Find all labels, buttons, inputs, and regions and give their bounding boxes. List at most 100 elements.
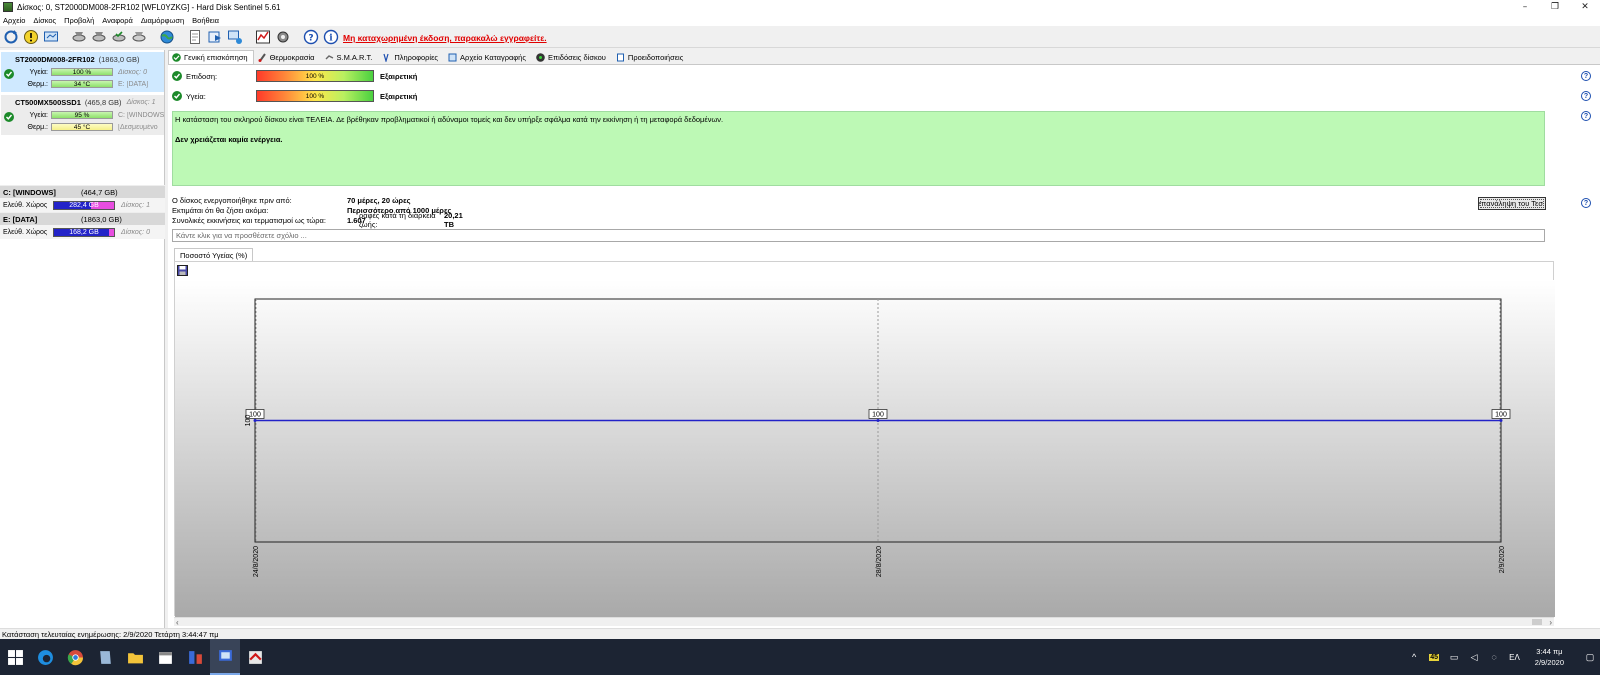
partition-size: (1863,0 GB) [81,214,122,224]
tab-log[interactable]: Αρχείο Καταγραφής [444,51,532,64]
help-icon[interactable]: ? [1581,71,1591,81]
taskbar-edge[interactable] [30,639,60,675]
lifetime-writes-label: ραφές κατά τη διάρκεια ζωής: [359,211,436,229]
tab-smart[interactable]: S.M.A.R.T. [320,51,379,64]
taskbar-notes[interactable] [90,639,120,675]
help-icon[interactable]: ? [1581,198,1591,208]
tab-health-percent[interactable]: Ποσοστό Υγείας (%) [174,248,254,261]
tab-alerts[interactable]: Προειδοποιήσεις [611,51,690,64]
windows-icon [7,649,23,665]
disk-test-button-1[interactable] [70,28,87,45]
taskbar: ^ 45 ▭ ◁ ◌ ΕΛ 3:44 πμ 2/9/2020 ▢ [0,639,1600,675]
disk-entry-0[interactable]: ST2000DM008-2FR102 (1863,0 GB) Υγεία: 100… [1,52,164,92]
gear-icon [277,31,288,42]
network-button[interactable] [226,28,243,45]
disk-list-panel: ST2000DM008-2FR102 (1863,0 GB) Υγεία: 100… [0,50,165,628]
help-button[interactable]: ? [302,28,319,45]
repeat-test-button[interactable]: επανάληψη του Τεσ [1478,197,1546,210]
info-icon: i [323,29,338,44]
disk-size: (465,8 GB) [84,97,122,107]
free-space-value: 168,2 GB [69,228,99,236]
performance-bar: 100 % [256,70,374,82]
scroll-left-icon[interactable]: ‹ [176,618,179,627]
disk-test-button-2[interactable] [90,28,107,45]
restore-button[interactable]: ❐ [1540,0,1570,14]
chart-background [175,280,1555,617]
refresh-button[interactable] [2,28,19,45]
taskbar-hdsentinel[interactable] [240,639,270,675]
tab-label: Θερμοκρασία [269,53,315,62]
chevron-up-icon[interactable]: ^ [1408,651,1420,663]
scroll-thumb[interactable] [1532,619,1542,625]
taskbar-calendar[interactable] [150,639,180,675]
minimize-button[interactable]: – [1510,0,1540,14]
alerts-button[interactable] [22,28,39,45]
disk-test-button-3[interactable] [110,28,127,45]
close-button[interactable]: ✕ [1570,0,1600,14]
log-icon [448,53,457,62]
overview-panel: Επιδοση: 100 % Εξαιρετική ? Υγεία: 100 %… [168,64,1600,628]
settings-button[interactable] [274,28,291,45]
send-report-button[interactable] [206,28,223,45]
network-icon[interactable]: ◌ [1488,651,1500,663]
menu-file[interactable]: Αρχείο [0,16,29,25]
powered-on-label: Ο δίσκος ενεργοποιήθηκε πριν από: [172,195,292,205]
tab-information[interactable]: Πληροφορίες [378,51,445,64]
disk-entry-1[interactable]: CT500MX500SSD1 (465,8 GB) Δίσκος: 1 Υγεία:… [1,95,164,135]
refresh-icon [4,29,17,43]
health-row: Υγεία: 100 % Εξαιρετική [172,89,417,103]
registration-link[interactable]: Μη καταχωρημένη έκδοση, παρακαλώ εγγραφε… [343,33,547,43]
disk-test-button-4[interactable] [130,28,147,45]
tab-overview[interactable]: Γενική επισκόπηση [168,50,254,64]
taskbar-explorer[interactable] [120,639,150,675]
performance-icon [536,53,545,62]
free-space-bar: 168,2 GB [53,227,115,237]
powered-on-row: Ο δίσκος ενεργοποιήθηκε πριν από: 70 μέρε… [172,195,451,205]
smart-icon [325,53,334,62]
performance-chart-button[interactable] [254,28,271,45]
clock-date: 2/9/2020 [1534,658,1564,667]
chrome-icon [67,649,83,665]
battery-icon[interactable]: ▭ [1448,651,1460,663]
tab-temperature[interactable]: Θερμοκρασία [253,51,321,64]
start-button[interactable] [0,639,30,675]
disk-size: (1863,0 GB) [98,54,140,64]
monitor-icon [43,31,58,41]
tab-performance[interactable]: Επιδόσεις δίσκου [531,51,612,64]
health-bar: 100 % [256,90,374,102]
help-icon[interactable]: ? [1581,91,1591,101]
menu-configuration[interactable]: Διαμόρφωση [137,16,188,25]
tray-badge: 45 [1429,653,1439,661]
clock[interactable]: 3:44 πμ 2/9/2020 [1535,646,1564,668]
comment-field[interactable]: Κάντε κλικ για να προσθέσετε σχόλιο ... [172,229,1545,242]
menu-disk[interactable]: Δίσκος [29,16,60,25]
partition-header[interactable]: E: [DATA] (1863,0 GB) [0,212,165,225]
menu-report[interactable]: Αναφορά [98,16,137,25]
about-button[interactable]: i [322,28,339,45]
web-status-button[interactable] [158,28,175,45]
menu-view[interactable]: Προβολή [60,16,98,25]
taskbar-app[interactable] [180,639,210,675]
taskbar-app-active[interactable] [210,639,240,675]
volume-icon[interactable]: ◁ [1468,651,1480,663]
partition-header[interactable]: C: [WINDOWS] (464,7 GB) [0,185,165,198]
language-indicator[interactable]: ΕΛ [1509,653,1520,662]
help-icon[interactable]: ? [1581,111,1591,121]
report-button[interactable] [186,28,203,45]
disk-test-icon [132,31,145,41]
chart-scrollbar[interactable]: ‹ › [174,617,1554,627]
notes-icon [99,650,111,664]
disk-number: Δίσκος: 1 [126,98,156,106]
tab-label: Αρχείο Καταγραφής [460,53,526,62]
notification-icon[interactable]: ▢ [1584,651,1596,663]
taskbar-chrome[interactable] [60,639,90,675]
status-bar: Κατάσταση τελευταίας ενημέρωσης: 2/9/202… [0,628,1600,639]
data-point [1499,419,1503,422]
hdsentinel-tray-icon[interactable]: 45 [1428,651,1440,663]
health-bar: 100 % [51,68,113,76]
toolbar: ? i [0,26,1600,48]
menu-help[interactable]: Βοήθεια [188,16,223,25]
scroll-right-icon[interactable]: › [1549,618,1552,627]
disk-view-button[interactable] [42,28,59,45]
info-icon [382,53,391,62]
